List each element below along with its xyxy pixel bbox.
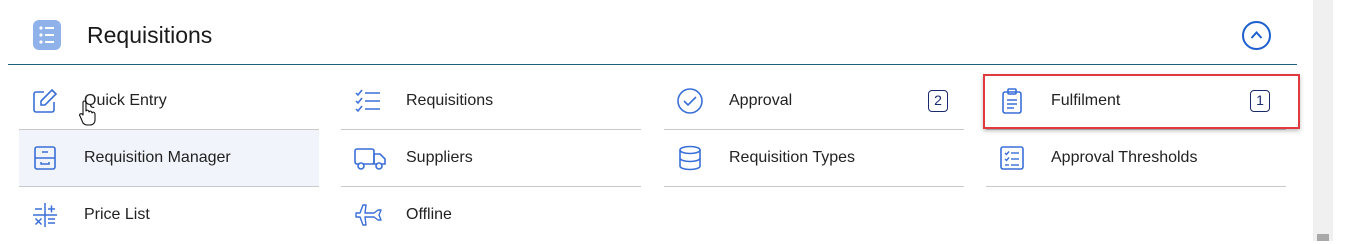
menu-row: Price List Offline <box>0 187 1297 244</box>
menu-item-requisition-types[interactable]: Requisition Types <box>664 130 964 187</box>
menu-item-label: Approval <box>729 92 793 109</box>
menu-item-label: Quick Entry <box>84 92 167 109</box>
menu-item-quick-entry[interactable]: Quick Entry <box>19 73 319 130</box>
menu-item-requisitions[interactable]: Requisitions <box>341 73 641 130</box>
hand-cursor-icon <box>79 100 96 126</box>
menu-item-offline[interactable]: Offline <box>341 187 641 243</box>
collapse-button[interactable] <box>1242 21 1271 50</box>
menu-item-label: Requisition Manager <box>84 149 231 166</box>
check-circle-icon <box>677 88 703 114</box>
scrollbar-thumb[interactable] <box>1317 234 1329 241</box>
menu-item-label: Suppliers <box>406 149 473 166</box>
menu-item-approval-thresholds[interactable]: Approval Thresholds <box>986 130 1286 187</box>
menu-item-label: Approval Thresholds <box>1051 149 1198 166</box>
menu-item-label: Offline <box>406 206 452 223</box>
menu-grid: Quick Entry Requisitions Approval 2 Fulf… <box>0 73 1297 244</box>
count-badge: 2 <box>928 90 948 112</box>
database-icon <box>679 145 701 171</box>
count-badge: 1 <box>1250 90 1270 112</box>
truck-icon <box>354 148 386 170</box>
menu-item-approval[interactable]: Approval 2 <box>664 73 964 130</box>
menu-item-suppliers[interactable]: Suppliers <box>341 130 641 187</box>
cabinet-icon <box>34 146 56 170</box>
menu-item-label: Fulfilment <box>1051 92 1121 109</box>
menu-item-fulfilment[interactable]: Fulfilment 1 <box>986 73 1286 130</box>
list-icon <box>1000 146 1024 170</box>
section-title: Requisitions <box>87 22 213 48</box>
section-header: Requisitions <box>8 0 1297 65</box>
chevron-up-icon <box>1250 31 1263 39</box>
vertical-scrollbar[interactable] <box>1313 0 1333 241</box>
menu-item-label: Price List <box>84 206 150 223</box>
checklist-icon <box>355 89 380 113</box>
calculator-icon <box>33 203 57 227</box>
menu-item-requisition-manager[interactable]: Requisition Manager <box>19 130 319 187</box>
edit-icon <box>33 88 58 113</box>
menu-item-price-list[interactable]: Price List <box>19 187 319 243</box>
menu-item-label: Requisition Types <box>729 149 855 166</box>
menu-row: Requisition Manager Suppliers Requisitio… <box>0 130 1297 187</box>
airplane-icon <box>355 204 382 226</box>
menu-row: Quick Entry Requisitions Approval 2 Fulf… <box>0 73 1297 130</box>
menu-item-label: Requisitions <box>406 92 494 109</box>
list-icon <box>33 20 61 50</box>
clipboard-icon <box>1002 88 1022 114</box>
